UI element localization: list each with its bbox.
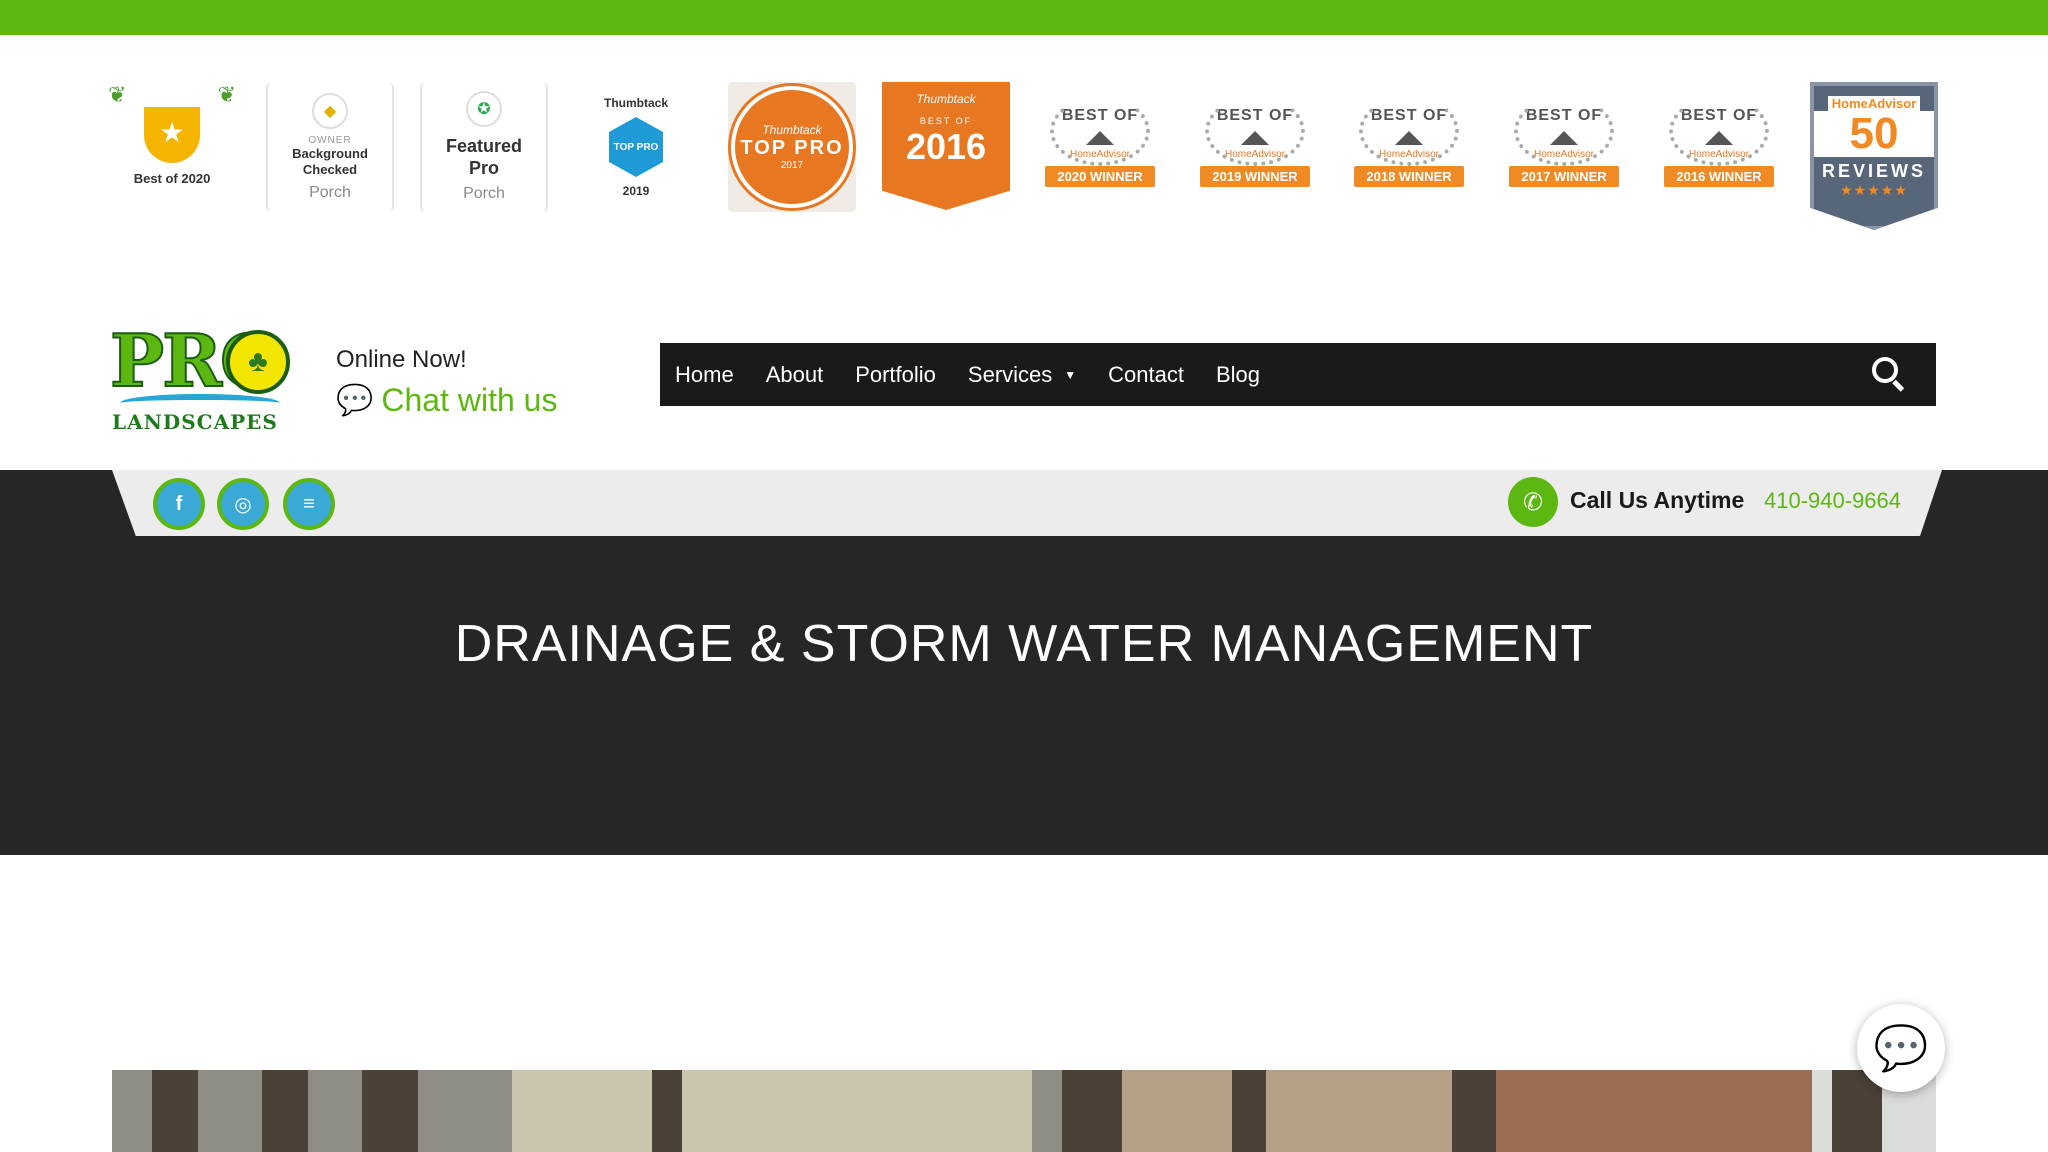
award-homeadvisor-50-reviews[interactable]: HomeAdvisor 50 REVIEWS ★★★★★ bbox=[1810, 82, 1938, 230]
award-year: 2019 bbox=[622, 184, 650, 198]
chat-widget-button[interactable]: 💬 bbox=[1857, 1004, 1945, 1092]
nav-item-about[interactable]: About bbox=[766, 362, 824, 388]
phone-number-link[interactable]: 410-940-9664 bbox=[1764, 488, 1901, 514]
award-homeadvisor-2016[interactable]: BEST OF HomeAdvisor 2016 WINNER bbox=[1655, 82, 1783, 212]
porch-brand: Porch bbox=[309, 183, 351, 201]
award-label: Featured Pro bbox=[445, 136, 523, 178]
award-label: Best of 2020 bbox=[133, 171, 211, 186]
chat-bubbles-icon: 💬 bbox=[336, 384, 374, 417]
star-icon: ✪ bbox=[466, 91, 502, 127]
wreath-icon bbox=[1205, 96, 1305, 166]
wreath-icon bbox=[1669, 96, 1769, 166]
nav-item-portfolio[interactable]: Portfolio bbox=[855, 362, 936, 388]
nav-item-home[interactable]: Home bbox=[675, 362, 734, 388]
reviews-icon[interactable]: ≡ bbox=[283, 478, 335, 530]
award-ribbon: 2016 WINNER bbox=[1664, 166, 1774, 187]
award-featured-pro[interactable]: ✪ Featured Pro Porch bbox=[420, 82, 548, 212]
main-nav: Home About Portfolio Services ▼ Contact B… bbox=[660, 343, 1936, 406]
trophy-icon: ★ bbox=[144, 107, 200, 163]
phone-icon[interactable]: ✆ bbox=[1508, 477, 1558, 527]
award-sublabel: OWNER bbox=[308, 134, 352, 146]
wreath-icon bbox=[1050, 96, 1150, 166]
award-ribbon: 2017 WINNER bbox=[1509, 166, 1619, 187]
award-best-of-2020[interactable]: ❦ ❦ ★ Best of 2020 bbox=[108, 82, 236, 212]
award-ribbon: 2019 WINNER bbox=[1200, 166, 1310, 187]
award-homeadvisor-2018[interactable]: BEST OF HomeAdvisor 2018 WINNER bbox=[1345, 82, 1473, 212]
award-homeadvisor-2020[interactable]: BEST OF HomeAdvisor 2020 WINNER bbox=[1036, 82, 1164, 212]
chat-link-label: Chat with us bbox=[381, 382, 558, 418]
online-status: Online Now! bbox=[336, 346, 467, 373]
awards-strip: ❦ ❦ ★ Best of 2020 ◆ OWNER Background Ch… bbox=[108, 82, 1940, 232]
search-icon[interactable] bbox=[1872, 357, 1906, 392]
call-label: Call Us Anytime bbox=[1570, 487, 1745, 513]
page-title: DRAINAGE & STORM WATER MANAGEMENT bbox=[454, 615, 1594, 673]
thumbtack-brand: Thumbtack bbox=[603, 96, 668, 110]
award-homeadvisor-2017[interactable]: BEST OF HomeAdvisor 2017 WINNER bbox=[1500, 82, 1628, 212]
award-thumbtack-2019[interactable]: Thumbtack TOP PRO 2019 bbox=[572, 82, 700, 212]
top-accent-bar bbox=[0, 0, 2048, 35]
caret-down-icon: ▼ bbox=[1064, 367, 1077, 382]
instagram-icon[interactable]: ◎ bbox=[217, 478, 269, 530]
chat-link[interactable]: 💬 Chat with us bbox=[336, 382, 557, 419]
facebook-icon[interactable]: f bbox=[153, 478, 205, 530]
nav-item-blog[interactable]: Blog bbox=[1216, 362, 1260, 388]
tree-icon: ♣ bbox=[226, 330, 290, 394]
nav-item-contact[interactable]: Contact bbox=[1108, 362, 1184, 388]
award-thumbtack-2016[interactable]: Thumbtack BEST OF 2016 bbox=[882, 82, 1010, 210]
award-ribbon: 2020 WINNER bbox=[1045, 166, 1155, 187]
laurel-icon: ❦ bbox=[217, 82, 236, 107]
top-pro-seal: Thumbtack TOP PRO 2017 bbox=[731, 86, 853, 208]
nav-item-services[interactable]: Services ▼ bbox=[968, 362, 1076, 388]
shield-icon: ◆ bbox=[312, 92, 348, 129]
chat-bubbles-icon: 💬 bbox=[1873, 1024, 1929, 1073]
award-thumbtack-2017[interactable]: Thumbtack TOP PRO 2017 bbox=[728, 82, 856, 212]
wreath-icon bbox=[1359, 96, 1459, 166]
review-count: 50 bbox=[1814, 111, 1934, 157]
award-homeadvisor-2019[interactable]: BEST OF HomeAdvisor 2019 WINNER bbox=[1191, 82, 1319, 212]
award-background-checked[interactable]: ◆ OWNER Background Checked Porch bbox=[266, 82, 394, 212]
award-ribbon: 2018 WINNER bbox=[1354, 166, 1464, 187]
stars-icon: ★★★★★ bbox=[1840, 182, 1908, 198]
site-logo[interactable]: PRO ♣ LANDSCAPES bbox=[109, 324, 290, 438]
project-photo bbox=[112, 1070, 1936, 1152]
top-pro-hex-icon: TOP PRO bbox=[609, 117, 663, 177]
award-label: Background Checked bbox=[292, 145, 368, 177]
wreath-icon bbox=[1514, 96, 1614, 166]
porch-brand: Porch bbox=[463, 185, 505, 202]
laurel-icon: ❦ bbox=[108, 82, 127, 107]
